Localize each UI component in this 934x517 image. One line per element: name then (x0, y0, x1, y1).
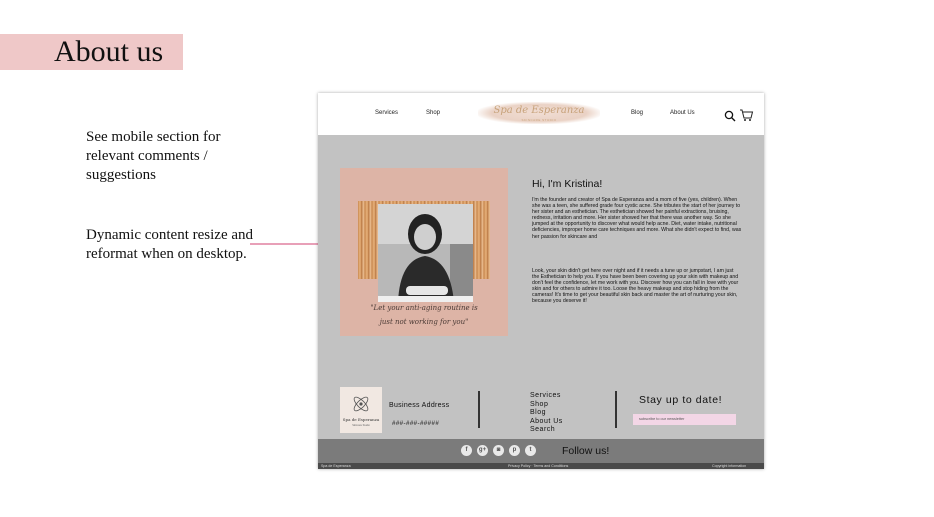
footer-link-search[interactable]: Search (530, 426, 563, 435)
bottom-brand: Spa de Esperanza (321, 464, 351, 468)
footer-divider-right (615, 391, 617, 428)
nav-services[interactable]: Services (375, 110, 398, 116)
photo-panel: "Let your anti-aging routine is just not… (340, 168, 508, 336)
footer-link-about-us[interactable]: About Us (530, 418, 563, 427)
search-icon[interactable] (724, 110, 736, 122)
footer-logo[interactable]: Spa de Esperanza Skincare Studio (340, 387, 382, 433)
shopping-cart-icon[interactable] (739, 108, 754, 122)
follow-us-text: Follow us! (562, 445, 610, 457)
quote-line-2: just not working for you" (379, 318, 469, 326)
bio-paragraph-2: Look, your skin didn't get here over nig… (532, 268, 739, 305)
nav-blog[interactable]: Blog (631, 110, 643, 116)
bio-paragraph-1: I'm the founder and creator of Spa de Es… (532, 197, 742, 240)
pinterest-icon[interactable]: p (509, 445, 520, 456)
logo-subtitle: SKINCARE STUDIO (521, 118, 557, 122)
business-phone: ###-###-##### (392, 420, 440, 427)
atom-logo-icon (353, 396, 369, 412)
bottom-bar: Spa de Esperanza Privacy Policy · Terms … (318, 463, 764, 469)
slide-title: About us (54, 35, 164, 68)
footer-logo-subtitle: Skincare Studio (352, 424, 370, 427)
site-header: Services Shop Spa de Esperanza SKINCARE … (318, 93, 764, 135)
facebook-icon[interactable]: f (461, 445, 472, 456)
social-bar: f g+ ◙ p t Follow us! (318, 439, 764, 463)
newsletter-input[interactable]: subscribe to our newsletter (633, 414, 736, 425)
footer-link-services[interactable]: Services (530, 392, 563, 401)
footer-link-shop[interactable]: Shop (530, 401, 563, 410)
nav-about-us[interactable]: About Us (670, 110, 695, 116)
twitter-icon[interactable]: t (525, 445, 536, 456)
stay-up-to-date-title: Stay up to date! (639, 394, 723, 406)
instagram-icon[interactable]: ◙ (493, 445, 504, 456)
privacy-terms-link[interactable]: Privacy Policy · Terms and Conditions (508, 463, 568, 469)
footer-divider-left (478, 391, 480, 428)
site-logo[interactable]: Spa de Esperanza SKINCARE STUDIO (478, 98, 600, 128)
copyright-text: Copyright information (712, 464, 747, 468)
logo-name: Spa de Esperanza (493, 105, 585, 116)
bio-heading: Hi, I'm Kristina! (532, 178, 603, 190)
nav-shop[interactable]: Shop (426, 110, 440, 116)
founder-photo (378, 204, 473, 302)
footer-logo-name: Spa de Esperanza (342, 417, 380, 422)
note-mobile-section: See mobile section for relevant comments… (86, 129, 221, 183)
note-dynamic-resize: Dynamic content resize and reformat when… (86, 227, 254, 262)
business-address: Business Address (389, 402, 450, 409)
footer-links: Services Shop Blog About Us Search (530, 392, 563, 435)
footer-link-blog[interactable]: Blog (530, 409, 563, 418)
google-plus-icon[interactable]: g+ (477, 445, 488, 456)
quote-text: "Let your anti-aging routine is just not… (350, 301, 498, 329)
quote-line-1: "Let your anti-aging routine is (370, 304, 478, 312)
website-mockup: Services Shop Spa de Esperanza SKINCARE … (318, 93, 764, 469)
